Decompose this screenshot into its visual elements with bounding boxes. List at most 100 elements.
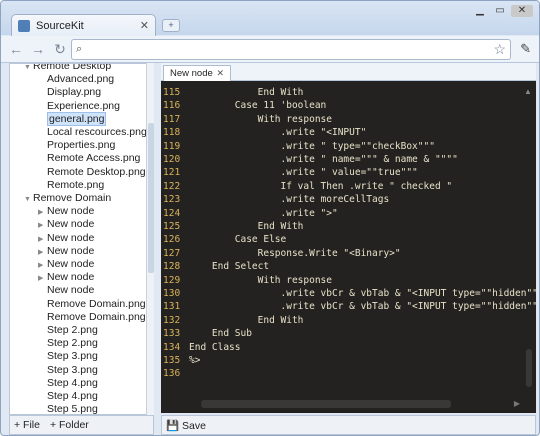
line-number: 132: [163, 314, 181, 326]
minimize-icon[interactable]: ▁: [471, 5, 489, 17]
address-bar[interactable]: ⌕ ☆: [71, 39, 511, 60]
tree-item[interactable]: ▶ New node: [38, 205, 94, 218]
collapsed-arrow-icon[interactable]: ▶: [38, 272, 47, 285]
code-line[interactable]: .write vbCr & vbTab & "<INPUT type=""hid…: [189, 301, 537, 313]
line-number: 122: [163, 180, 181, 192]
editor-tab-close-icon[interactable]: ✕: [216, 68, 224, 79]
tree-item[interactable]: ▶ New node: [38, 271, 94, 284]
code-scroll-thumb[interactable]: [526, 349, 532, 387]
editor-tab-bar: New node ✕: [161, 63, 536, 81]
add-folder-button[interactable]: + Folder: [50, 419, 89, 431]
tree-item[interactable]: Step 2.png: [38, 324, 98, 337]
tree-item-label: Step 4.png: [47, 376, 98, 389]
editor-tab-new-node[interactable]: New node ✕: [163, 65, 231, 81]
tree-item[interactable]: Step 3.png: [38, 350, 98, 363]
code-line[interactable]: .write " type=""checkBox""": [189, 141, 435, 153]
code-line[interactable]: End Select: [189, 261, 269, 273]
tree-item-label: Experience.png: [47, 99, 120, 112]
collapsed-arrow-icon[interactable]: ▶: [38, 219, 47, 232]
wrench-menu-icon[interactable]: ✎: [520, 41, 531, 57]
code-line[interactable]: Case Else: [189, 234, 286, 246]
code-line[interactable]: .write moreCellTags: [189, 194, 390, 206]
code-line[interactable]: End With: [189, 315, 304, 327]
code-editor[interactable]: ▲ ▶ 115 End With 116 Case 11 'boolean 117 …: [161, 81, 536, 413]
tree-item-label: Remote.png: [47, 178, 105, 191]
new-tab-button[interactable]: +: [162, 19, 180, 32]
code-line[interactable]: .write " name=""" & name & """": [189, 154, 458, 166]
tree-item[interactable]: Experience.png: [38, 100, 120, 113]
save-button[interactable]: 💾 Save: [166, 419, 206, 432]
tree-item[interactable]: Remote Access.png: [38, 152, 140, 165]
tree-item-label: Remote Desktop.png: [47, 165, 146, 178]
tree-item[interactable]: Advanced.png: [38, 73, 114, 86]
code-line[interactable]: With response: [189, 114, 332, 126]
tree-item[interactable]: Step 5.png: [38, 403, 98, 414]
tree-item[interactable]: Remote.png: [38, 179, 104, 192]
expanded-arrow-icon[interactable]: ▼: [24, 64, 33, 74]
code-line[interactable]: End Sub: [189, 328, 252, 340]
add-file-button[interactable]: + File: [14, 419, 40, 431]
tree-item-label: New node: [47, 244, 95, 257]
code-line[interactable]: End With: [189, 87, 304, 99]
tree-item-label: Remove Domain.png: [47, 297, 146, 310]
scroll-up-icon[interactable]: ▲: [524, 87, 532, 96]
bookmark-star-icon[interactable]: ☆: [493, 41, 506, 58]
collapsed-arrow-icon[interactable]: ▶: [38, 206, 47, 219]
tree-item[interactable]: Step 4.png: [38, 377, 98, 390]
tree-item[interactable]: ▶ New node: [38, 218, 94, 231]
code-line[interactable]: With response: [189, 275, 332, 287]
close-window-icon[interactable]: ✕: [511, 5, 533, 17]
tree-item-label: New node: [47, 205, 95, 218]
code-line[interactable]: .write ">": [189, 208, 338, 220]
code-line[interactable]: %>: [189, 355, 200, 367]
tree-item[interactable]: Remote Desktop.png: [38, 166, 146, 179]
code-line[interactable]: .write vbCr & vbTab & "<INPUT type=""hid…: [189, 288, 537, 300]
tree-item-label: New node: [47, 284, 95, 297]
code-line[interactable]: End Class: [189, 342, 240, 354]
code-horizontal-scrollbar[interactable]: [201, 400, 451, 408]
code-line[interactable]: End With: [189, 221, 304, 233]
scroll-right-icon[interactable]: ▶: [514, 399, 520, 408]
tree-item[interactable]: Properties.png: [38, 139, 115, 152]
code-line[interactable]: If val Then .write " checked ": [189, 181, 453, 193]
tree-item[interactable]: ▼ Remove Domain: [24, 192, 111, 205]
tree-item[interactable]: ▶ New node: [38, 258, 94, 271]
tree-item-label: Display.png: [47, 86, 102, 99]
file-tree-scrollbar[interactable]: [146, 63, 154, 415]
collapsed-arrow-icon[interactable]: ▶: [38, 259, 47, 272]
tree-item[interactable]: Step 4.png: [38, 390, 98, 403]
tree-item[interactable]: Remove Domain.png: [38, 311, 146, 324]
tree-item[interactable]: general.png: [38, 111, 107, 126]
tree-item[interactable]: Remove Domain.png: [38, 298, 146, 311]
tree-item[interactable]: Display.png: [38, 86, 101, 99]
tree-item[interactable]: Step 3.png: [38, 364, 98, 377]
code-line[interactable]: .write " value=""true""": [189, 167, 418, 179]
tree-item[interactable]: ▼ Remote Desktop: [24, 64, 111, 74]
tab-strip: SourceKit ✕ + ▁ ▭ ✕: [1, 1, 539, 36]
forward-arrow-icon[interactable]: →: [29, 40, 47, 58]
line-number: 131: [163, 301, 181, 313]
maximize-icon[interactable]: ▭: [491, 5, 509, 17]
scroll-thumb[interactable]: [148, 123, 154, 273]
tree-item[interactable]: ▶ New node: [38, 245, 94, 258]
tree-item-label: New node: [47, 258, 95, 270]
tree-item[interactable]: Step 2.png: [38, 337, 98, 350]
code-line[interactable]: Response.Write "<Binary>": [189, 248, 401, 260]
code-vertical-scrollbar[interactable]: ▲: [524, 87, 534, 407]
expanded-arrow-icon[interactable]: ▼: [24, 193, 33, 206]
tab-close-icon[interactable]: ✕: [140, 19, 149, 32]
tree-item[interactable]: Local rescources.png: [38, 126, 147, 139]
collapsed-arrow-icon[interactable]: ▶: [38, 233, 47, 246]
code-line[interactable]: Case 11 'boolean: [189, 100, 327, 112]
code-line[interactable]: .write "<INPUT": [189, 127, 367, 139]
tree-item[interactable]: ▶ New node: [38, 232, 94, 245]
tree-item-label: New node: [47, 218, 95, 231]
collapsed-arrow-icon[interactable]: ▶: [38, 246, 47, 259]
tree-item-label: Local rescources.png: [47, 126, 147, 138]
tree-item-label: Advanced.png: [47, 73, 115, 86]
back-arrow-icon[interactable]: ←: [7, 40, 25, 58]
tree-item[interactable]: New node: [38, 284, 94, 297]
file-tree-actions: + File + Folder: [9, 415, 154, 435]
reload-icon[interactable]: ↻: [51, 40, 69, 58]
browser-tab-sourcekit[interactable]: SourceKit ✕: [11, 14, 156, 36]
